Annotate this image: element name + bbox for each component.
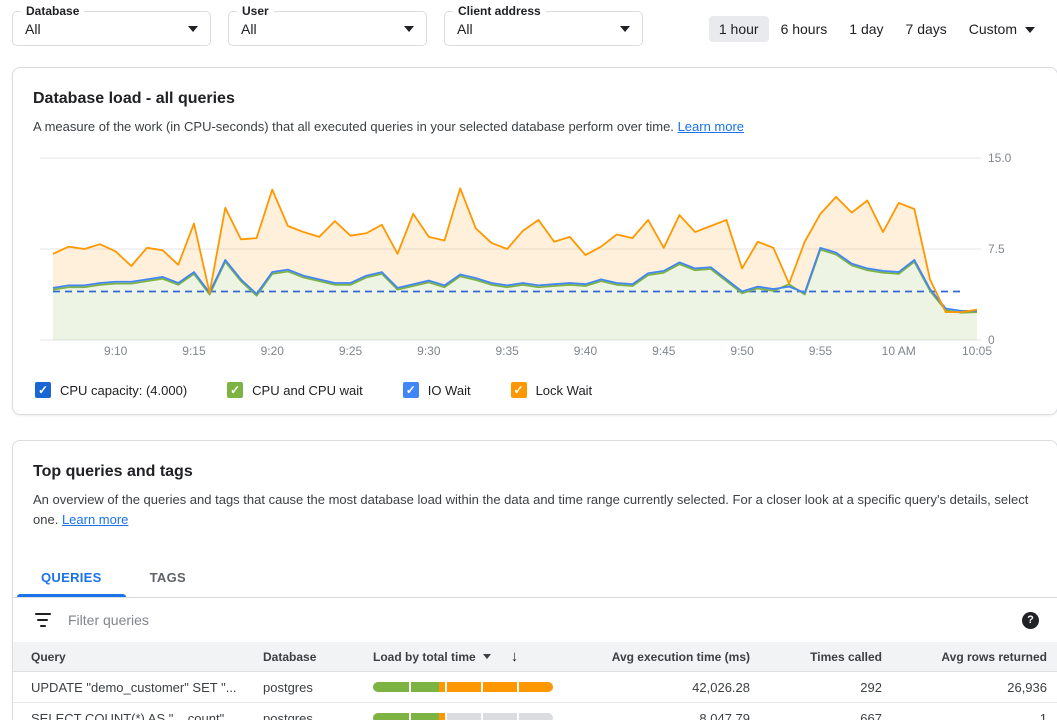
svg-text:9:10: 9:10 bbox=[104, 344, 128, 358]
svg-text:9:50: 9:50 bbox=[730, 344, 754, 358]
database-cell: postgres bbox=[263, 680, 373, 695]
table-row[interactable]: UPDATE "demo_customer" SET "... postgres… bbox=[13, 672, 1057, 703]
chevron-down-icon bbox=[188, 26, 198, 32]
time-range-1-hour[interactable]: 1 hour bbox=[709, 16, 769, 42]
time-range-7-days[interactable]: 7 days bbox=[896, 16, 957, 42]
col-header-avg-exec[interactable]: Avg execution time (ms) bbox=[585, 650, 750, 664]
load-bar-green bbox=[373, 682, 439, 692]
load-card-description-text: A measure of the work (in CPU-seconds) t… bbox=[33, 119, 674, 134]
svg-text:9:35: 9:35 bbox=[495, 344, 519, 358]
checkbox-io-wait[interactable]: ✓ bbox=[403, 382, 419, 398]
database-select-label: Database bbox=[21, 4, 84, 18]
checkbox-cpu-capacity[interactable]: ✓ bbox=[35, 382, 51, 398]
legend-io-wait-label: IO Wait bbox=[428, 383, 471, 398]
time-range-custom-label: Custom bbox=[969, 21, 1017, 37]
legend-cpu-and-cpu-wait-label: CPU and CPU wait bbox=[252, 383, 363, 398]
database-cell: postgres bbox=[263, 711, 373, 720]
filter-queries-input[interactable] bbox=[68, 612, 1022, 628]
svg-text:9:45: 9:45 bbox=[652, 344, 676, 358]
avg-exec-cell: 42,026.28 bbox=[585, 680, 750, 695]
chevron-down-icon bbox=[620, 26, 630, 32]
sort-descending-icon[interactable]: ↓ bbox=[511, 648, 519, 665]
filter-bar: Database All User All Client address All… bbox=[0, 0, 1057, 56]
checkbox-lock-wait[interactable]: ✓ bbox=[511, 382, 527, 398]
legend-cpu-and-cpu-wait[interactable]: ✓ CPU and CPU wait bbox=[227, 382, 363, 398]
svg-text:10 AM: 10 AM bbox=[882, 344, 916, 358]
legend-cpu-capacity-label: CPU capacity: (4.000) bbox=[60, 383, 187, 398]
svg-text:15.0: 15.0 bbox=[988, 151, 1012, 165]
col-header-load[interactable]: Load by total time ↓ bbox=[373, 648, 585, 665]
svg-text:9:55: 9:55 bbox=[809, 344, 833, 358]
col-header-times-called[interactable]: Times called bbox=[750, 650, 882, 664]
col-header-avg-rows[interactable]: Avg rows returned bbox=[882, 650, 1047, 664]
queries-card-description: An overview of the queries and tags that… bbox=[33, 490, 1037, 530]
top-queries-card: Top queries and tags An overview of the … bbox=[12, 440, 1057, 720]
queries-card-title: Top queries and tags bbox=[33, 463, 1037, 481]
database-select-value: All bbox=[25, 21, 41, 37]
client-address-select-value: All bbox=[457, 21, 473, 37]
col-header-database[interactable]: Database bbox=[263, 650, 373, 664]
svg-text:10:05: 10:05 bbox=[962, 344, 992, 358]
user-select-label: User bbox=[237, 4, 274, 18]
col-header-query[interactable]: Query bbox=[31, 650, 263, 664]
checkbox-cpu-and-cpu-wait[interactable]: ✓ bbox=[227, 382, 243, 398]
svg-text:9:40: 9:40 bbox=[574, 344, 598, 358]
filter-row: ? bbox=[13, 598, 1057, 642]
svg-text:9:20: 9:20 bbox=[261, 344, 285, 358]
query-cell: SELECT COUNT(*) AS "__count" ... bbox=[31, 711, 263, 720]
load-card-title: Database load - all queries bbox=[33, 90, 1037, 108]
avg-exec-cell: 8,047.79 bbox=[585, 711, 750, 720]
legend-cpu-capacity[interactable]: ✓ CPU capacity: (4.000) bbox=[35, 382, 187, 398]
svg-text:9:25: 9:25 bbox=[339, 344, 363, 358]
legend-io-wait[interactable]: ✓ IO Wait bbox=[403, 382, 471, 398]
queries-learn-more-link[interactable]: Learn more bbox=[62, 512, 128, 527]
avg-rows-cell: 26,936 bbox=[882, 680, 1047, 695]
chevron-down-icon bbox=[1025, 27, 1035, 33]
time-range-6-hours[interactable]: 6 hours bbox=[771, 16, 838, 42]
table-row[interactable]: SELECT COUNT(*) AS "__count" ... postgre… bbox=[13, 703, 1057, 720]
load-chart: 07.515.09:109:159:209:259:309:359:409:45… bbox=[13, 145, 1056, 360]
queries-card-description-text: An overview of the queries and tags that… bbox=[33, 492, 1028, 527]
legend-lock-wait[interactable]: ✓ Lock Wait bbox=[511, 382, 593, 398]
col-header-load-label: Load by total time bbox=[373, 650, 476, 664]
user-select[interactable]: User All bbox=[228, 11, 427, 46]
tab-bar: QUERIES TAGS bbox=[13, 558, 1057, 598]
load-bar bbox=[373, 682, 553, 692]
chart-legend: ✓ CPU capacity: (4.000) ✓ CPU and CPU wa… bbox=[35, 382, 1057, 398]
svg-text:9:15: 9:15 bbox=[182, 344, 206, 358]
load-card-description: A measure of the work (in CPU-seconds) t… bbox=[33, 117, 1037, 137]
filter-list-icon bbox=[35, 613, 53, 627]
time-range-1-day[interactable]: 1 day bbox=[839, 16, 893, 42]
load-learn-more-link[interactable]: Learn more bbox=[678, 119, 744, 134]
svg-text:9:30: 9:30 bbox=[417, 344, 441, 358]
load-cell bbox=[373, 713, 585, 720]
client-address-select[interactable]: Client address All bbox=[444, 11, 643, 46]
user-select-value: All bbox=[241, 21, 257, 37]
load-cell bbox=[373, 682, 585, 692]
chevron-down-icon bbox=[404, 26, 414, 32]
load-bar-green bbox=[373, 713, 439, 720]
time-range-group: 1 hour 6 hours 1 day 7 days Custom bbox=[707, 16, 1045, 42]
svg-text:7.5: 7.5 bbox=[988, 242, 1005, 256]
table-body: UPDATE "demo_customer" SET "... postgres… bbox=[13, 672, 1057, 720]
avg-rows-cell: 1 bbox=[882, 711, 1047, 720]
client-address-select-label: Client address bbox=[453, 4, 546, 18]
metric-dropdown-caret-icon[interactable] bbox=[483, 654, 491, 659]
legend-lock-wait-label: Lock Wait bbox=[536, 383, 593, 398]
query-cell: UPDATE "demo_customer" SET "... bbox=[31, 680, 263, 695]
load-bar bbox=[373, 713, 553, 720]
load-bar-orange bbox=[439, 682, 553, 692]
tab-tags[interactable]: TAGS bbox=[126, 558, 210, 597]
times-called-cell: 292 bbox=[750, 680, 882, 695]
help-icon[interactable]: ? bbox=[1022, 612, 1039, 629]
times-called-cell: 667 bbox=[750, 711, 882, 720]
database-select[interactable]: Database All bbox=[12, 11, 211, 46]
table-header: Query Database Load by total time ↓ Avg … bbox=[13, 642, 1057, 672]
tab-queries[interactable]: QUERIES bbox=[17, 558, 126, 597]
database-load-card: Database load - all queries A measure of… bbox=[12, 67, 1057, 415]
time-range-custom[interactable]: Custom bbox=[959, 16, 1045, 42]
